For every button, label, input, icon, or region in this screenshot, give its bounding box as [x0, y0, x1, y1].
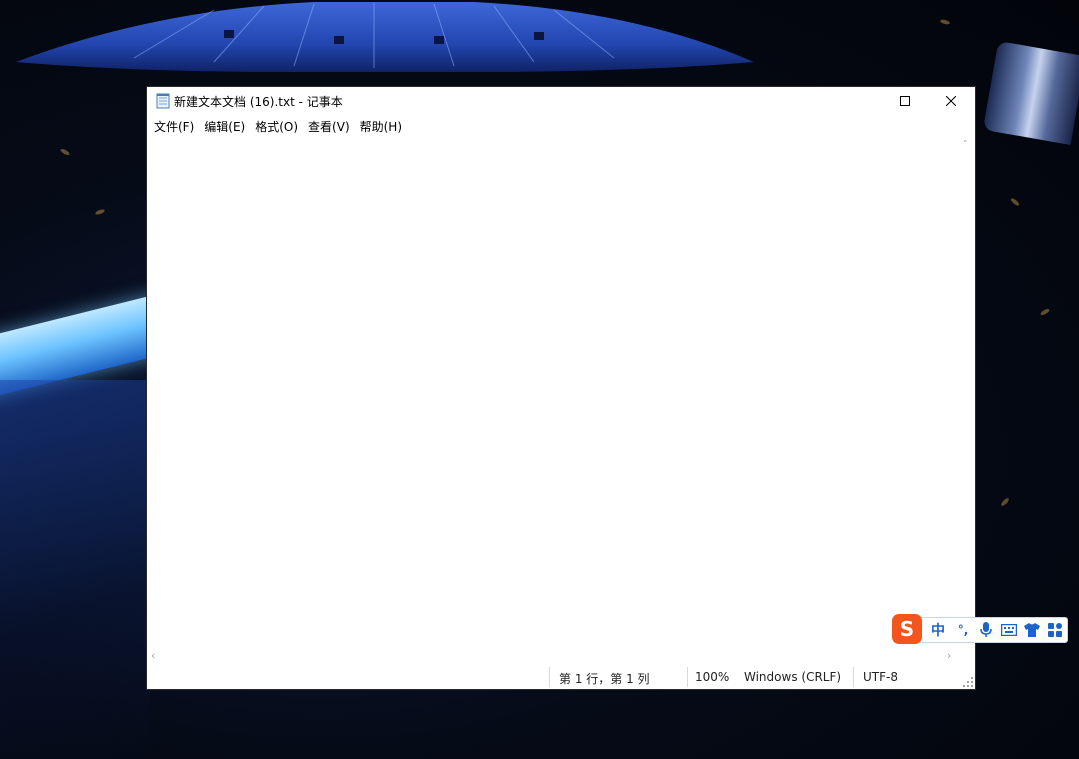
- menu-file[interactable]: 文件(F): [149, 116, 199, 137]
- horizontal-scrollbar[interactable]: ‹ ›: [147, 647, 959, 665]
- zoom-level: 100%: [695, 670, 730, 684]
- menu-edit[interactable]: 编辑(E): [199, 116, 250, 137]
- ime-toolbar: S 中 °,: [892, 614, 1068, 644]
- notepad-icon: [156, 93, 170, 109]
- vertical-scrollbar[interactable]: ˄: [959, 137, 975, 647]
- sogou-logo[interactable]: S: [892, 614, 922, 644]
- microphone-icon[interactable]: [978, 621, 994, 639]
- close-button[interactable]: [928, 87, 974, 115]
- menu-format[interactable]: 格式(O): [250, 116, 303, 137]
- wallpaper-leaf: [59, 147, 71, 157]
- status-bar: 第 1 行，第 1 列 100% Windows (CRLF) UTF-8: [147, 665, 975, 689]
- text-editor-area[interactable]: [147, 137, 959, 647]
- wallpaper-leaf: [1000, 497, 1010, 507]
- menu-bar: 文件(F) 编辑(E) 格式(O) 查看(V) 帮助(H): [147, 115, 975, 137]
- ime-punctuation-toggle[interactable]: °,: [954, 621, 972, 639]
- maximize-icon: [900, 96, 910, 106]
- keyboard-icon[interactable]: [1000, 621, 1018, 639]
- cursor-position: 第 1 行，第 1 列: [559, 672, 650, 686]
- menu-help[interactable]: 帮助(H): [355, 116, 407, 137]
- encoding: UTF-8: [863, 670, 898, 684]
- grid-icon[interactable]: [1046, 621, 1064, 639]
- status-separator: [549, 667, 550, 687]
- scroll-left-icon[interactable]: ‹: [151, 649, 155, 662]
- wallpaper-leaf: [1009, 197, 1021, 207]
- title-bar[interactable]: 新建文本文档 (16).txt - 记事本: [147, 87, 975, 115]
- resize-grip-icon[interactable]: [963, 677, 973, 687]
- maximize-button[interactable]: [882, 87, 928, 115]
- wallpaper-leaf: [94, 208, 106, 216]
- wallpaper-hat-shape: [16, 2, 754, 72]
- window-title: 新建文本文档 (16).txt - 记事本: [174, 95, 343, 109]
- menu-view[interactable]: 查看(V): [303, 116, 355, 137]
- status-separator: [687, 667, 688, 687]
- scroll-right-icon[interactable]: ›: [947, 649, 951, 662]
- ime-mode-toggle[interactable]: 中: [929, 621, 947, 639]
- close-icon: [946, 96, 956, 106]
- wallpaper-sword-hilt: [982, 40, 1079, 146]
- status-separator: [853, 667, 854, 687]
- wallpaper-leaf: [1039, 307, 1051, 317]
- line-ending: Windows (CRLF): [744, 670, 842, 684]
- wallpaper-leaf: [939, 18, 951, 26]
- tshirt-icon[interactable]: [1023, 621, 1041, 639]
- scroll-up-icon[interactable]: ˄: [963, 140, 968, 150]
- wallpaper-hair: [0, 380, 150, 759]
- notepad-window: 新建文本文档 (16).txt - 记事本 文件(F) 编辑(E) 格式(O) …: [147, 87, 975, 689]
